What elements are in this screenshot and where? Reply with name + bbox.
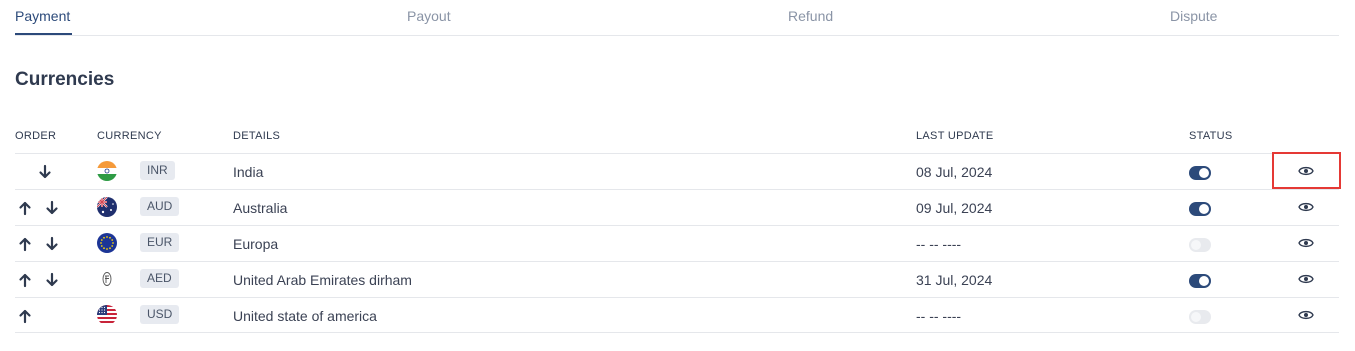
arrow-up-icon[interactable] (18, 271, 32, 289)
page-title: Currencies (15, 69, 115, 90)
status-toggle[interactable] (1189, 202, 1211, 216)
tab-payment[interactable]: Payment (15, 8, 70, 24)
aed-symbol-icon (97, 269, 117, 289)
currency-code-badge: USD (140, 305, 180, 324)
tab-payout[interactable]: Payout (407, 8, 451, 24)
column-header-last-update: LAST UPDATE (916, 130, 994, 142)
currency-code-badge: EUR (140, 233, 180, 252)
eye-icon[interactable] (1298, 272, 1314, 286)
toggle-knob (1199, 276, 1209, 286)
status-toggle[interactable] (1189, 274, 1211, 288)
currency-details: Europa (233, 236, 279, 252)
tab-dispute[interactable]: Dispute (1170, 8, 1217, 24)
toggle-knob (1191, 312, 1201, 322)
status-toggle[interactable] (1189, 166, 1211, 180)
table-row: INR India 08 Jul, 2024 (15, 153, 1339, 189)
toggle-knob (1199, 204, 1209, 214)
currency-details: India (233, 164, 264, 180)
arrow-down-icon[interactable] (45, 235, 59, 253)
arrow-up-icon[interactable] (18, 307, 32, 325)
arrow-up-icon[interactable] (18, 199, 32, 217)
status-toggle[interactable] (1189, 310, 1211, 324)
tab-refund[interactable]: Refund (788, 8, 833, 24)
currency-code-badge: AED (140, 269, 179, 288)
arrow-down-icon[interactable] (45, 271, 59, 289)
india-flag-icon (97, 161, 117, 181)
column-header-status: STATUS (1189, 130, 1233, 142)
column-header-currency: CURRENCY (97, 130, 162, 142)
eye-icon[interactable] (1298, 236, 1314, 250)
active-tab-indicator (15, 33, 72, 35)
last-update-date: -- -- ---- (916, 236, 962, 252)
currency-details: Australia (233, 200, 288, 216)
toggle-knob (1199, 168, 1209, 178)
table-row: EUR Europa -- -- ---- (15, 225, 1339, 261)
eye-icon[interactable] (1298, 308, 1314, 322)
arrow-down-icon[interactable] (45, 199, 59, 217)
arrow-up-icon[interactable] (18, 235, 32, 253)
last-update-date: 09 Jul, 2024 (916, 200, 993, 216)
table-row: USD United state of america -- -- ---- (15, 297, 1339, 333)
column-header-order: ORDER (15, 130, 57, 142)
tab-bar: Payment Payout Refund Dispute (15, 0, 1339, 36)
currency-code-badge: INR (140, 161, 175, 180)
table-row: AUD Australia 09 Jul, 2024 (15, 189, 1339, 225)
eye-icon[interactable] (1298, 200, 1314, 214)
arrow-down-icon[interactable] (38, 163, 52, 181)
currency-code-badge: AUD (140, 197, 180, 216)
currency-details: United Arab Emirates dirham (233, 272, 412, 288)
eu-flag-icon (97, 233, 117, 253)
last-update-date: -- -- ---- (916, 308, 962, 324)
status-toggle[interactable] (1189, 238, 1211, 252)
australia-flag-icon (97, 197, 117, 217)
column-header-details: DETAILS (233, 130, 281, 142)
table-row: AED United Arab Emirates dirham 31 Jul, … (15, 261, 1339, 297)
toggle-knob (1191, 240, 1201, 250)
last-update-date: 31 Jul, 2024 (916, 272, 993, 288)
usa-flag-icon (97, 305, 117, 325)
currency-details: United state of america (233, 308, 377, 324)
last-update-date: 08 Jul, 2024 (916, 164, 993, 180)
eye-icon[interactable] (1298, 164, 1314, 178)
